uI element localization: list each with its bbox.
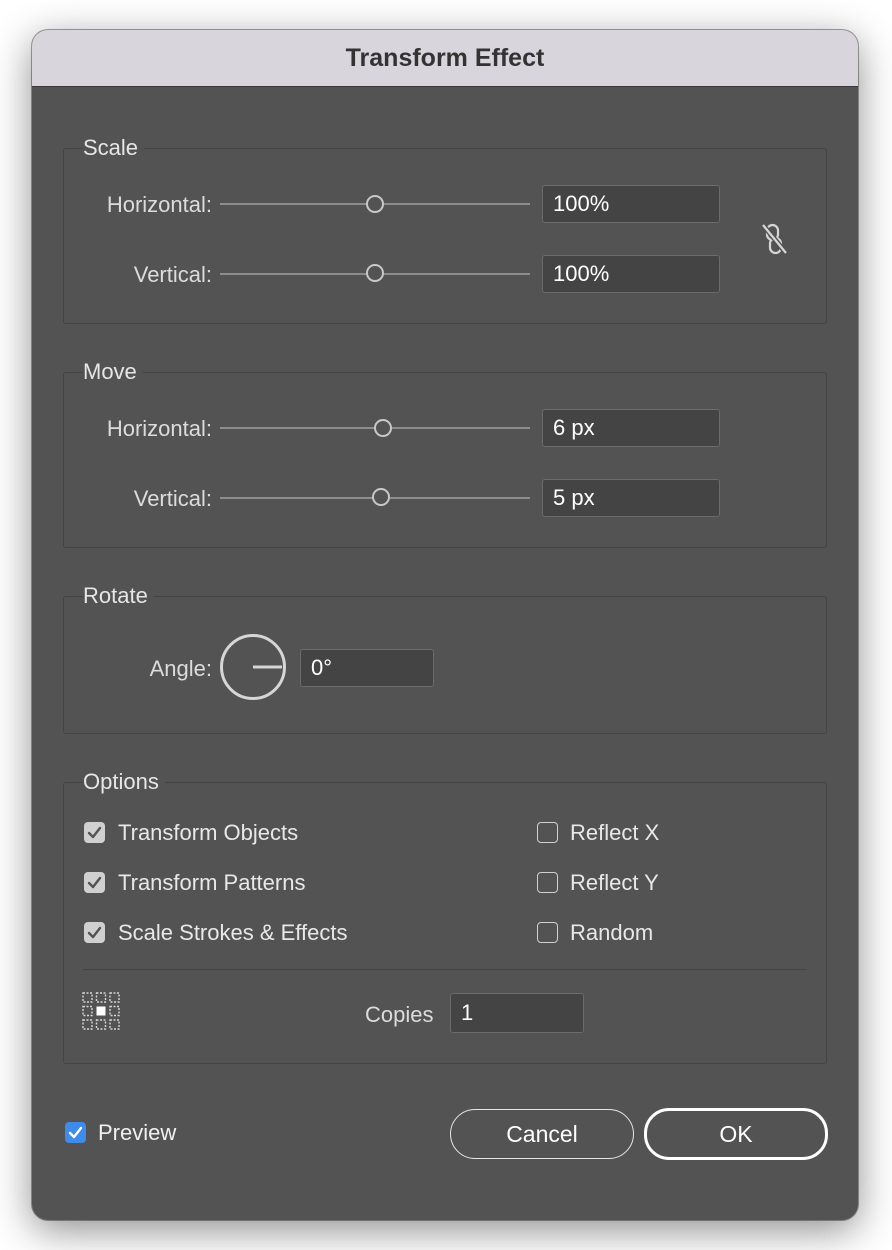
copies-field[interactable] bbox=[450, 993, 584, 1033]
transform-patterns-label[interactable]: Transform Patterns bbox=[118, 870, 305, 896]
scale-vertical-field[interactable] bbox=[542, 255, 720, 293]
rotate-group-label: Rotate bbox=[83, 583, 154, 609]
move-group bbox=[63, 372, 827, 548]
reflect-x-checkbox[interactable] bbox=[537, 822, 558, 843]
reflect-y-checkbox[interactable] bbox=[537, 872, 558, 893]
scale-group-label: Scale bbox=[83, 135, 145, 161]
move-vertical-field[interactable] bbox=[542, 479, 720, 517]
checkmark-icon bbox=[87, 876, 102, 889]
transform-effect-dialog: Transform Effect Scale Horizontal: Verti… bbox=[32, 30, 858, 1220]
move-horizontal-label: Horizontal: bbox=[106, 416, 212, 441]
move-group-label: Move bbox=[83, 359, 143, 385]
random-label[interactable]: Random bbox=[570, 920, 653, 946]
title-bar[interactable]: Transform Effect bbox=[32, 30, 858, 87]
checkmark-icon bbox=[68, 1126, 83, 1139]
options-divider bbox=[83, 969, 807, 970]
scale-horizontal-field[interactable] bbox=[542, 185, 720, 223]
dialog-title: Transform Effect bbox=[345, 43, 545, 72]
transform-patterns-checkbox[interactable] bbox=[84, 872, 105, 893]
angle-label: Angle: bbox=[149, 656, 212, 681]
checkmark-icon bbox=[87, 826, 102, 839]
unlinked-chain-icon[interactable] bbox=[758, 222, 790, 256]
reflect-x-label[interactable]: Reflect X bbox=[570, 820, 659, 846]
move-vertical-thumb[interactable] bbox=[372, 488, 390, 506]
scale-strokes-checkbox[interactable] bbox=[84, 922, 105, 943]
scale-horizontal-label: Horizontal: bbox=[106, 192, 212, 217]
ok-button[interactable]: OK bbox=[644, 1108, 828, 1160]
transform-objects-checkbox[interactable] bbox=[84, 822, 105, 843]
scale-strokes-label[interactable]: Scale Strokes & Effects bbox=[118, 920, 347, 946]
angle-field[interactable] bbox=[300, 649, 434, 687]
cancel-button[interactable]: Cancel bbox=[450, 1109, 634, 1159]
scale-horizontal-thumb[interactable] bbox=[366, 195, 384, 213]
preview-label[interactable]: Preview bbox=[98, 1120, 176, 1146]
reflect-y-label[interactable]: Reflect Y bbox=[570, 870, 659, 896]
random-checkbox[interactable] bbox=[537, 922, 558, 943]
options-group-label: Options bbox=[83, 769, 165, 795]
angle-dial[interactable] bbox=[219, 633, 287, 701]
copies-label: Copies bbox=[365, 1002, 434, 1027]
reference-point-grid-icon[interactable] bbox=[82, 992, 120, 1030]
move-horizontal-thumb[interactable] bbox=[374, 419, 392, 437]
scale-vertical-thumb[interactable] bbox=[366, 264, 384, 282]
scale-group bbox=[63, 148, 827, 324]
move-vertical-label: Vertical: bbox=[133, 486, 212, 511]
scale-vertical-label: Vertical: bbox=[133, 262, 212, 287]
checkmark-icon bbox=[87, 926, 102, 939]
transform-objects-label[interactable]: Transform Objects bbox=[118, 820, 298, 846]
preview-checkbox[interactable] bbox=[65, 1122, 86, 1143]
move-horizontal-field[interactable] bbox=[542, 409, 720, 447]
